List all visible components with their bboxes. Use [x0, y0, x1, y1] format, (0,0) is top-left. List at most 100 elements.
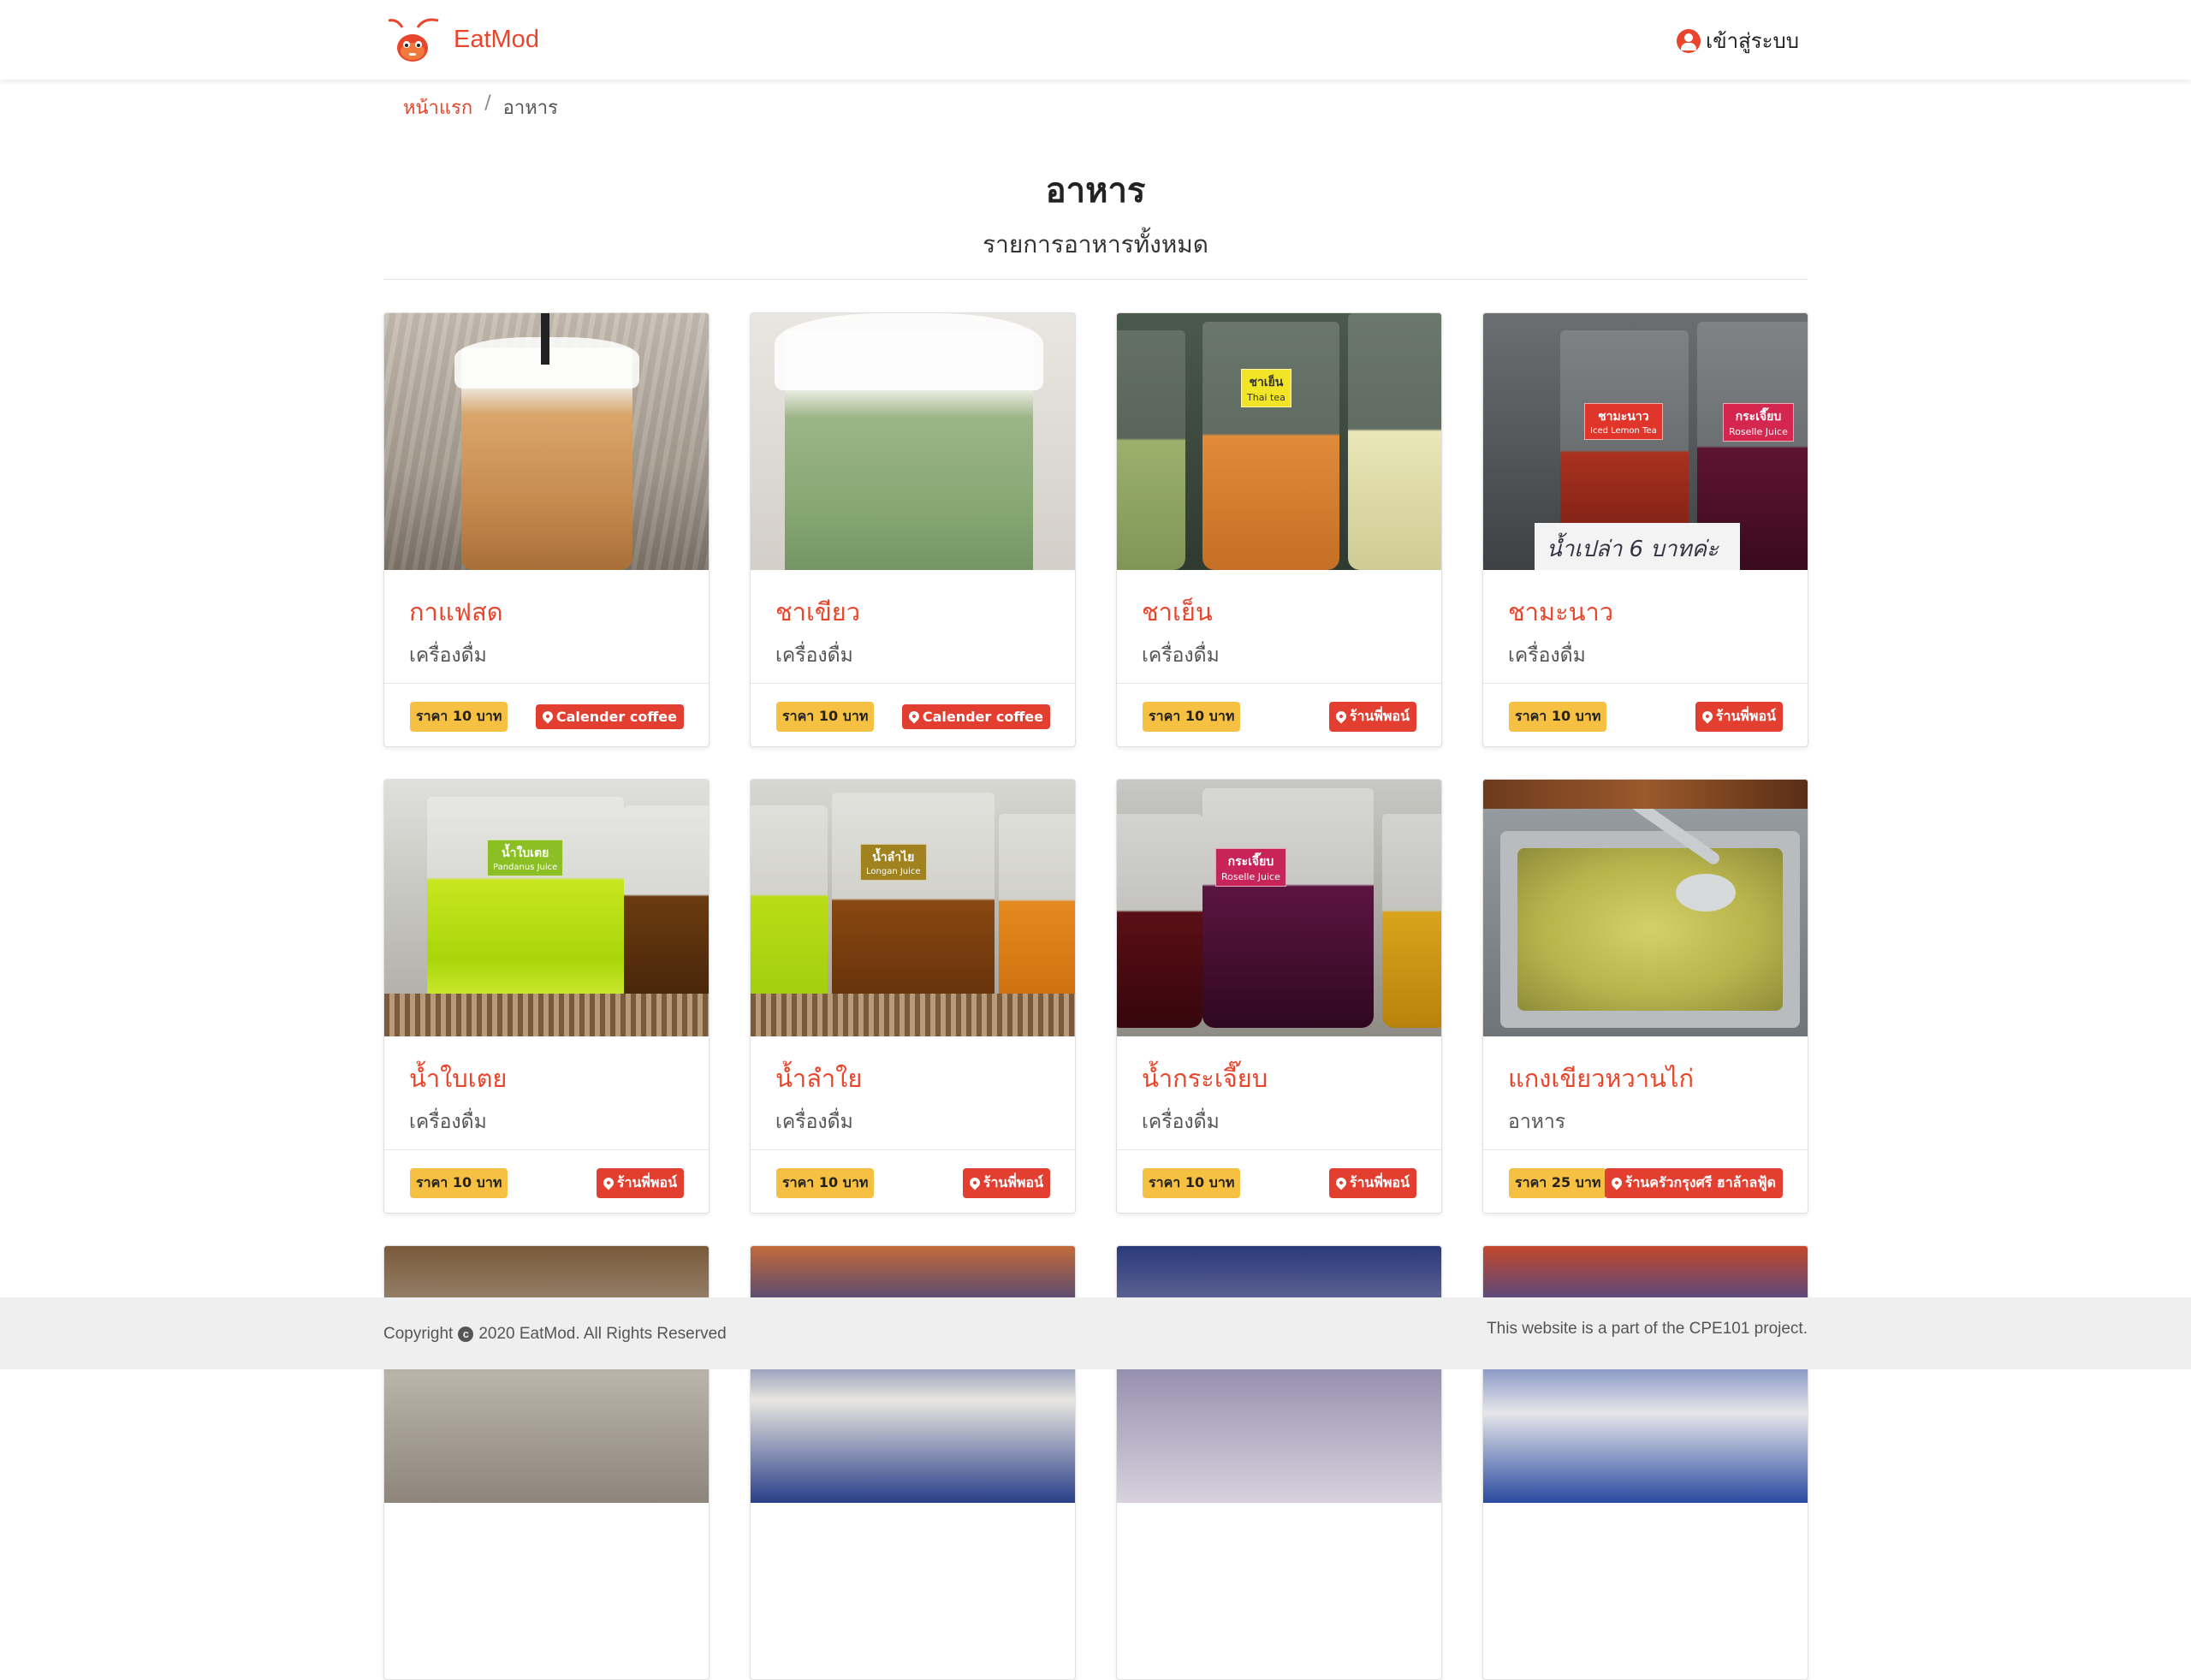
food-card[interactable]: ชามะนาว Iced Lemon Tea กระเจี๊ยบ Roselle… — [1482, 312, 1808, 747]
price-badge: ราคา 10 บาท — [776, 701, 875, 732]
card-footer: ราคา 10 บาท ร้านพี่พอน์ — [1117, 1151, 1441, 1213]
login-button[interactable]: เข้าสู่ระบบ — [1677, 24, 1799, 57]
food-card[interactable]: แกงเขียวหวานไก่ อาหาร ราคา 25 บาท ร้านคร… — [1482, 779, 1808, 1214]
shop-badge[interactable]: ร้านครัวกรุงศรี ฮาล้าลฟู้ด — [1604, 1167, 1783, 1198]
map-pin-icon — [1609, 1175, 1624, 1190]
price-badge: ราคา 10 บาท — [1143, 701, 1241, 732]
card-footer: ราคา 10 บาท Calender coffee — [384, 685, 709, 746]
price-badge: ราคา 10 บาท — [410, 701, 508, 732]
price-sign: น้ำเปล่า 6 บาทค่ะ — [1535, 523, 1740, 570]
price-badge: ราคา 10 บาท — [410, 1167, 508, 1198]
food-card[interactable]: ชาเขียว เครื่องดื่ม ราคา 10 บาท Calender… — [750, 312, 1076, 747]
card-footer: ราคา 10 บาท ร้านพี่พอน์ — [1483, 685, 1808, 746]
food-name[interactable]: ชาเย็น — [1142, 592, 1416, 632]
jar-label: กระเจี๊ยบ Roselle Juice — [1215, 848, 1286, 887]
copyright-text: 2020 EatMod. All Rights Reserved — [478, 1325, 727, 1343]
map-pin-icon — [540, 709, 555, 724]
breadcrumb: หน้าแรก / อาหาร — [403, 92, 558, 122]
food-card[interactable]: น้ำใบเตย Pandanus Juice น้ำใบเตย เครื่อง… — [383, 779, 710, 1214]
food-image: น้ำใบเตย Pandanus Juice — [384, 780, 709, 1036]
brand-link[interactable]: EatMod — [383, 15, 539, 63]
breadcrumb-separator: / — [484, 92, 491, 114]
food-name[interactable]: กาแฟสด — [409, 592, 684, 632]
food-card[interactable]: น้ำลำไย Longan Juice น้ำลำใย เครื่องดื่ม… — [750, 779, 1076, 1214]
card-footer: ราคา 10 บาท ร้านพี่พอน์ — [384, 1151, 709, 1213]
card-body: น้ำใบเตย เครื่องดื่ม — [384, 1036, 709, 1150]
shop-badge[interactable]: Calender coffee — [901, 703, 1050, 729]
shop-name: Calender coffee — [922, 708, 1043, 725]
card-footer: ราคา 10 บาท ร้านพี่พอน์ — [751, 1151, 1075, 1213]
food-name[interactable]: น้ำใบเตย — [409, 1059, 684, 1098]
food-image — [1483, 1246, 1808, 1503]
copyright: Copyright c 2020 EatMod. All Rights Rese… — [383, 1325, 727, 1344]
food-image — [1117, 1246, 1441, 1503]
food-image: น้ำลำไย Longan Juice — [751, 780, 1075, 1036]
shop-name: ร้านพี่พอน์ — [983, 1173, 1043, 1190]
shop-name: Calender coffee — [555, 708, 677, 725]
shop-badge[interactable]: ร้านพี่พอน์ — [1328, 701, 1416, 732]
page-title: อาหาร — [1045, 171, 1146, 211]
shop-name: ร้านครัวกรุงศรี ฮาล้าลฟู้ด — [1624, 1173, 1776, 1190]
divider — [383, 279, 1808, 280]
food-image — [1483, 780, 1808, 1036]
page-subtitle: รายการอาหารทั้งหมด — [983, 230, 1208, 258]
jar-label: น้ำใบเตย Pandanus Juice — [487, 840, 564, 876]
food-name[interactable]: ชาเขียว — [775, 592, 1050, 632]
card-body: ชาเย็น เครื่องดื่ม — [1117, 570, 1441, 684]
map-pin-icon — [967, 1175, 983, 1190]
food-category: เครื่องดื่ม — [775, 1111, 853, 1133]
food-name[interactable]: แกงเขียวหวานไก่ — [1508, 1059, 1783, 1098]
jar-label: น้ำลำไย Longan Juice — [860, 844, 927, 881]
food-name[interactable]: น้ำลำใย — [775, 1059, 1050, 1098]
card-body: กาแฟสด เครื่องดื่ม — [384, 570, 709, 684]
shop-badge[interactable]: ร้านพี่พอน์ — [596, 1167, 684, 1198]
food-card[interactable]: กระเจี๊ยบ Roselle Juice น้ำกระเจี๊ยบ เคร… — [1116, 779, 1442, 1214]
food-category: เครื่องดื่ม — [1142, 1111, 1220, 1133]
food-image: ชามะนาว Iced Lemon Tea กระเจี๊ยบ Roselle… — [1483, 313, 1808, 570]
food-category: เครื่องดื่ม — [775, 644, 853, 667]
map-pin-icon — [906, 709, 922, 724]
food-image — [751, 1246, 1075, 1503]
map-pin-icon — [1333, 709, 1349, 724]
card-footer: ราคา 10 บาท Calender coffee — [751, 685, 1075, 746]
card-body: ชาเขียว เครื่องดื่ม — [751, 570, 1075, 684]
map-pin-icon — [1700, 709, 1715, 724]
card-footer: ราคา 25 บาท ร้านครัวกรุงศรี ฮาล้าลฟู้ด — [1483, 1151, 1808, 1213]
card-body: น้ำลำใย เครื่องดื่ม — [751, 1036, 1075, 1150]
food-category: เครื่องดื่ม — [409, 644, 487, 667]
food-image — [751, 313, 1075, 570]
food-category: เครื่องดื่ม — [1508, 644, 1586, 667]
food-name[interactable]: น้ำกระเจี๊ยบ — [1142, 1059, 1416, 1098]
map-pin-icon — [1333, 1175, 1349, 1190]
user-circle-icon — [1677, 28, 1701, 53]
shop-name: ร้านพี่พอน์ — [1715, 707, 1776, 724]
footer: Copyright c 2020 EatMod. All Rights Rese… — [0, 1297, 2191, 1369]
login-label: เข้าสู่ระบบ — [1706, 29, 1799, 53]
food-category: เครื่องดื่ม — [1142, 644, 1220, 667]
food-image — [384, 313, 709, 570]
food-image — [384, 1246, 709, 1503]
card-body: แกงเขียวหวานไก่ อาหาร — [1483, 1036, 1808, 1150]
jar-label: ชามะนาว Iced Lemon Tea — [1584, 403, 1663, 440]
food-image: ชาเย็น Thai tea — [1117, 313, 1441, 570]
breadcrumb-home-link[interactable]: หน้าแรก — [403, 92, 472, 122]
shop-badge[interactable]: ร้านพี่พอน์ — [962, 1167, 1050, 1198]
project-note: This website is a part of the CPE101 pro… — [1487, 1320, 1808, 1338]
shop-badge[interactable]: ร้านพี่พอน์ — [1328, 1167, 1416, 1198]
shop-badge[interactable]: ร้านพี่พอน์ — [1695, 701, 1783, 732]
jar-label: กระเจี๊ยบ Roselle Juice — [1723, 403, 1794, 442]
copyright-icon: c — [458, 1327, 474, 1342]
brand-name: EatMod — [454, 25, 539, 53]
card-body: ชามะนาว เครื่องดื่ม — [1483, 570, 1808, 684]
card-body: น้ำกระเจี๊ยบ เครื่องดื่ม — [1117, 1036, 1441, 1150]
map-pin-icon — [601, 1175, 616, 1190]
food-grid: กาแฟสด เครื่องดื่ม ราคา 10 บาท Calender … — [383, 312, 1808, 1680]
shop-badge[interactable]: Calender coffee — [535, 703, 684, 729]
price-badge: ราคา 10 บาท — [776, 1167, 875, 1198]
food-card[interactable]: ชาเย็น Thai tea ชาเย็น เครื่องดื่ม ราคา … — [1116, 312, 1442, 747]
food-card[interactable]: กาแฟสด เครื่องดื่ม ราคา 10 บาท Calender … — [383, 312, 710, 747]
shop-name: ร้านพี่พอน์ — [1349, 1173, 1410, 1190]
page-heading: อาหาร รายการอาหารทั้งหมด — [0, 163, 2191, 264]
food-name[interactable]: ชามะนาว — [1508, 592, 1783, 632]
food-category: เครื่องดื่ม — [409, 1111, 487, 1133]
